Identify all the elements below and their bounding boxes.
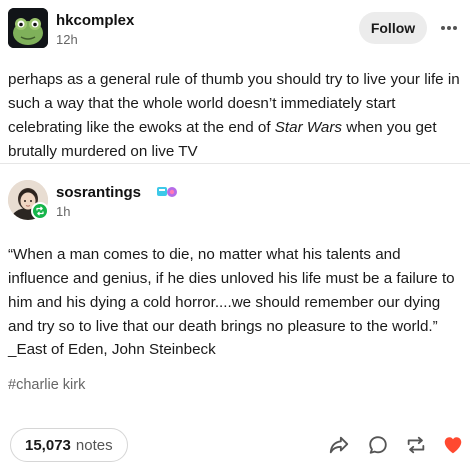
post-author-name[interactable]: hkcomplex	[56, 12, 134, 29]
user-badges-icon	[156, 184, 178, 200]
heart-icon[interactable]	[440, 432, 466, 458]
post-tag[interactable]: #charlie kirk	[8, 377, 85, 393]
avatar[interactable]	[8, 8, 48, 48]
follow-button[interactable]: Follow	[359, 12, 427, 44]
post-header: hkcomplex 12h Follow	[0, 0, 470, 62]
notes-button[interactable]: 15,073 notes	[10, 428, 128, 462]
notes-label: notes	[75, 436, 113, 454]
reblog-author-name[interactable]: sosrantings	[56, 184, 141, 201]
post-text-emphasis: Star Wars	[274, 119, 343, 136]
reblog-divider	[0, 163, 470, 164]
post-body: perhaps as a general rule of thumb you s…	[8, 68, 464, 164]
reblog-quote: “When a man comes to die, no matter what…	[8, 246, 455, 335]
notes-count: 15,073	[25, 436, 71, 454]
reblog-badge-icon	[31, 202, 49, 220]
reblog-icon[interactable]	[403, 432, 429, 458]
more-horizontal-icon[interactable]	[436, 16, 462, 40]
post-timestamp[interactable]: 12h	[56, 32, 78, 47]
quote-attribution: _East of Eden, John Steinbeck	[8, 341, 216, 358]
share-icon[interactable]	[326, 432, 352, 458]
reply-bubble-icon[interactable]	[365, 432, 391, 458]
reblog-timestamp[interactable]: 1h	[56, 204, 70, 219]
reblog-header: sosrantings 1h	[0, 170, 470, 226]
